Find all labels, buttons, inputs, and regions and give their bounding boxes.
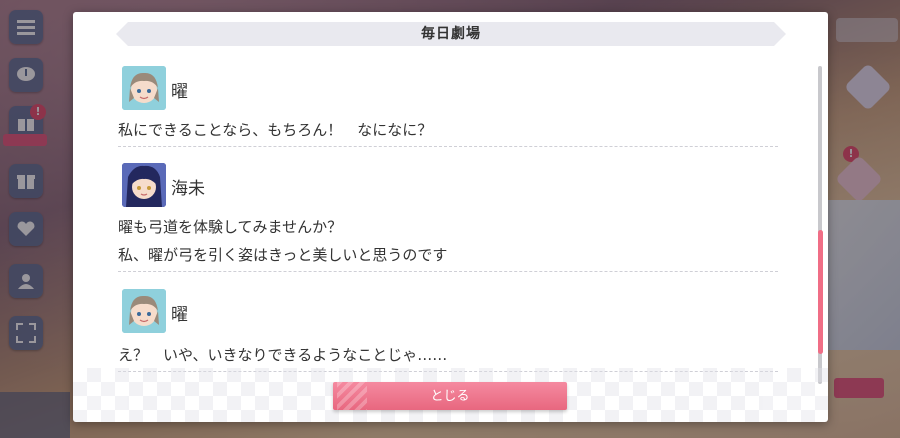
close-button-stripe (337, 382, 367, 410)
speaker-name: 曜 (171, 305, 188, 325)
dialogue-line: 私、曜が弓を引く姿はきっと美しいと思うのです (118, 246, 448, 264)
close-button[interactable]: とじる (333, 382, 567, 410)
you-avatar (122, 289, 166, 333)
dialogue-scroll-area[interactable]: 曜 私にできることなら、もちろん！ なになに？ 海未 曜も弓道を体験してみません… (113, 58, 783, 376)
dialogue-line: 曜も弓道を体験してみませんか？ (118, 218, 343, 236)
umi-avatar (122, 163, 166, 207)
dialogue-line: え？ いや、いきなりできるようなことじゃ…… (118, 346, 448, 364)
speaker-name: 曜 (171, 82, 188, 102)
scrollbar-thumb[interactable] (818, 230, 823, 354)
you-avatar (122, 66, 166, 110)
close-button-label: とじる (430, 388, 470, 403)
entry-divider (118, 146, 778, 147)
you-avatar-icon (122, 66, 166, 110)
dialogue-line: 私にできることなら、もちろん！ なになに？ (118, 121, 433, 139)
daily-theater-dialog: 毎日劇場 曜 私にできることなら、もちろん！ なになに？ 海未 曜も弓道を体験し… (73, 12, 828, 422)
entry-divider (118, 271, 778, 272)
umi-avatar-icon (122, 163, 166, 207)
speaker-name: 海未 (171, 179, 205, 199)
dialog-title-bar: 毎日劇場 (116, 22, 786, 46)
dialog-title: 毎日劇場 (421, 26, 481, 42)
dialogue-entry: 曜 私にできることなら、もちろん！ なになに？ (113, 66, 783, 148)
you-avatar-icon (122, 289, 166, 333)
dialogue-entry: 曜 え？ いや、いきなりできるようなことじゃ…… (113, 289, 783, 373)
dialogue-entry: 海未 曜も弓道を体験してみませんか？ 私、曜が弓を引く姿はきっと美しいと思うので… (113, 163, 783, 275)
